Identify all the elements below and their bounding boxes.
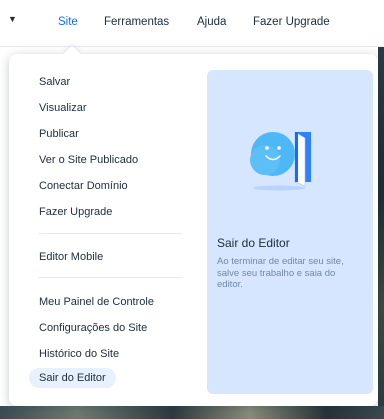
smiley-cloud-icon — [250, 132, 295, 176]
editor-top-menu-bar: ▼ Site Ferramentas Ajuda Fazer Upgrade — [0, 0, 384, 47]
open-door-icon — [294, 131, 311, 187]
menu-item-connect-domain[interactable]: Conectar Domínio — [39, 180, 128, 192]
menu-divider — [39, 233, 182, 234]
menu-tools[interactable]: Ferramentas — [104, 16, 169, 28]
chevron-down-icon[interactable]: ▼ — [8, 14, 17, 24]
menu-item-mobile-editor[interactable]: Editor Mobile — [39, 251, 103, 263]
site-menu-list: Salvar Visualizar Publicar Ver o Site Pu… — [9, 54, 199, 406]
site-dropdown-menu: Salvar Visualizar Publicar Ver o Site Pu… — [9, 45, 378, 406]
menu-item-exit-editor[interactable]: Sair do Editor — [29, 368, 116, 388]
menu-upgrade[interactable]: Fazer Upgrade — [253, 16, 330, 28]
menu-item-upgrade[interactable]: Fazer Upgrade — [39, 206, 112, 218]
menu-item-save[interactable]: Salvar — [39, 76, 70, 88]
info-panel-description: Ao terminar de editar seu site, salve se… — [217, 256, 344, 290]
menu-item-view-published-site[interactable]: Ver o Site Publicado — [39, 154, 138, 166]
menu-item-preview[interactable]: Visualizar — [39, 102, 87, 114]
menu-divider — [39, 277, 182, 278]
page-background-strip — [378, 46, 384, 419]
menu-item-publish[interactable]: Publicar — [39, 128, 79, 140]
menu-item-site-settings[interactable]: Configurações do Site — [39, 322, 147, 334]
info-panel: Sair do Editor Ao terminar de editar seu… — [207, 70, 373, 394]
page-background-bottom — [0, 406, 384, 419]
menu-help[interactable]: Ajuda — [197, 16, 226, 28]
menu-item-site-history[interactable]: Histórico do Site — [39, 348, 119, 360]
exit-editor-illustration — [250, 131, 311, 191]
menu-item-dashboard[interactable]: Meu Painel de Controle — [39, 296, 154, 308]
info-panel-title: Sair do Editor — [217, 236, 290, 250]
menu-site[interactable]: Site — [58, 16, 78, 28]
shadow-ellipse — [253, 185, 305, 191]
